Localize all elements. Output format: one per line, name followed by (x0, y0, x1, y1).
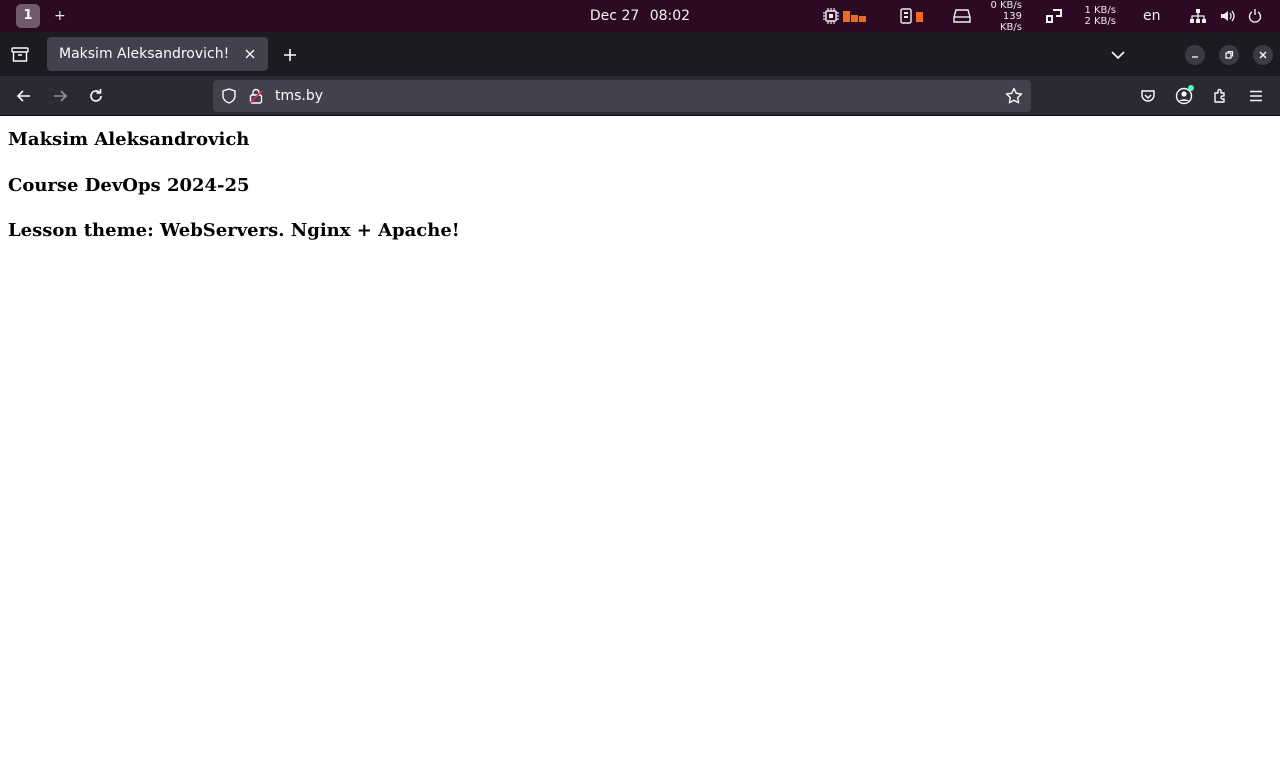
page-heading-name: Maksim Aleksandrovich (8, 129, 250, 150)
memory-icon (900, 8, 912, 24)
app-menu-button[interactable] (1244, 84, 1268, 108)
tab-title: Maksim Aleksandrovich! (59, 46, 230, 62)
tab-list-chevron-icon (1111, 51, 1125, 60)
network-icon (1190, 9, 1206, 23)
list-all-tabs-button[interactable] (1108, 45, 1128, 65)
memory-usage-graph (916, 10, 923, 22)
restore-button[interactable] (1219, 45, 1239, 65)
net-speed-1-down: 139 KB/s (1000, 10, 1022, 33)
volume-icon (1221, 10, 1235, 22)
lock-insecure-icon[interactable] (249, 88, 263, 104)
cpu-usage-graph (843, 10, 866, 22)
keyboard-language[interactable]: en (1143, 0, 1161, 32)
page-heading-course: Course DevOps 2024-25 (8, 175, 250, 196)
net-speed-1-up: 0 KB/s (990, 0, 1022, 11)
extensions-icon (1214, 88, 1225, 103)
net-speed-2: 1 KB/s 2 KB/s (1074, 0, 1116, 32)
power-icon (1248, 9, 1262, 23)
net-speed-1: 0 KB/s 139 KB/s (980, 0, 1022, 33)
pocket-button[interactable] (1136, 84, 1160, 108)
power-menu[interactable] (1248, 0, 1262, 32)
network-indicator[interactable] (1190, 0, 1206, 32)
cpu-icon (823, 8, 839, 24)
swap-icon (1046, 9, 1062, 23)
url-text[interactable]: tms.by (275, 88, 323, 104)
browser-navigation-toolbar: tms.by (0, 76, 1280, 116)
swap-monitor[interactable] (1045, 0, 1063, 32)
address-bar[interactable]: tms.by (213, 80, 1031, 112)
firefox-view-button[interactable] (10, 46, 30, 64)
account-notification-dot (1188, 85, 1194, 91)
browser-tab-strip: Maksim Aleksandrovich! (0, 32, 1280, 76)
shield-icon[interactable] (221, 88, 237, 104)
system-top-bar: 1 + Dec 27 08:02 0 KB/s 139 KB/s 1 KB/s … (0, 0, 1280, 33)
disk-monitor[interactable] (953, 0, 971, 32)
reload-icon (90, 89, 102, 102)
new-tab-icon (284, 49, 296, 61)
minimize-icon (1192, 56, 1198, 58)
bookmark-star-icon[interactable] (1005, 87, 1023, 105)
cpu-monitor[interactable] (823, 0, 866, 32)
pocket-icon (1141, 90, 1155, 102)
account-button[interactable] (1172, 84, 1196, 108)
forward-button[interactable] (48, 84, 72, 108)
clock-time: 08:02 (649, 8, 691, 24)
volume-indicator[interactable] (1220, 0, 1236, 32)
web-page-content: Maksim Aleksandrovich Course DevOps 2024… (0, 117, 1280, 768)
net-speed-2-up: 1 KB/s (1084, 5, 1116, 16)
clock-date: Dec 27 (589, 8, 640, 24)
forward-icon (54, 90, 68, 102)
memory-monitor[interactable] (900, 0, 923, 32)
page-heading-lesson: Lesson theme: WebServers. Nginx + Apache… (8, 220, 460, 241)
close-icon (1259, 51, 1267, 59)
new-tab-button[interactable] (280, 45, 300, 65)
menu-icon (1250, 90, 1262, 102)
drive-icon (953, 9, 971, 23)
tab-overview-icon (11, 47, 29, 62)
net-speed-2-down: 2 KB/s (1084, 16, 1116, 27)
minimize-button[interactable] (1185, 45, 1205, 65)
reload-button[interactable] (84, 84, 108, 108)
close-window-button[interactable] (1253, 45, 1273, 65)
restore-icon (1225, 50, 1234, 59)
close-tab-icon[interactable] (242, 46, 258, 62)
extensions-button[interactable] (1208, 84, 1232, 108)
back-icon (16, 90, 30, 102)
back-button[interactable] (12, 84, 36, 108)
browser-tab[interactable]: Maksim Aleksandrovich! (47, 37, 268, 71)
